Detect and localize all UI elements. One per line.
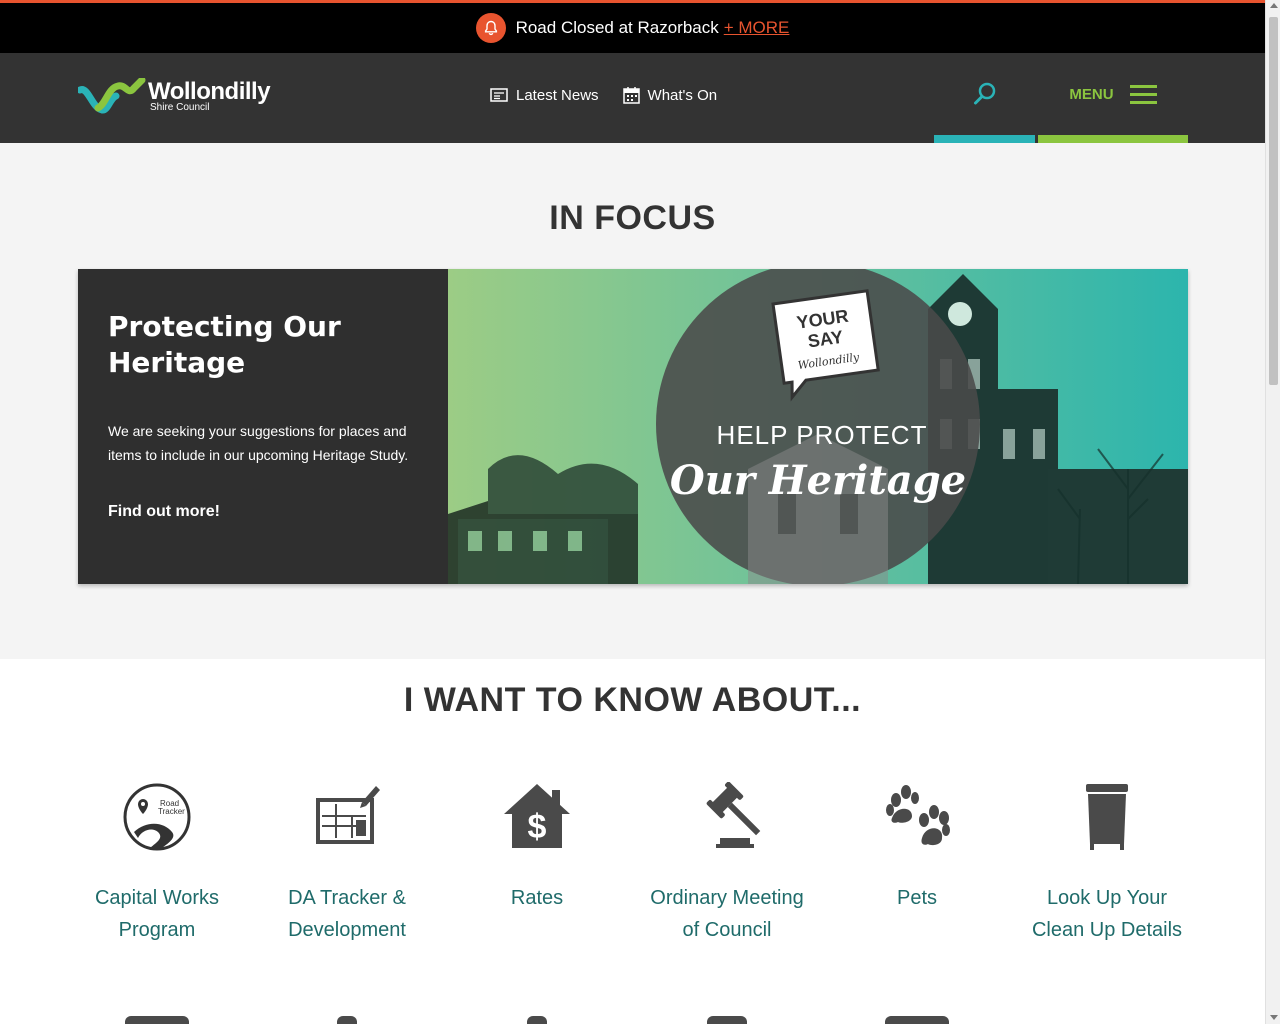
- menu-button[interactable]: MENU: [1038, 53, 1188, 143]
- logo-name: Wollondilly: [148, 78, 271, 105]
- bell-icon: [475, 13, 506, 43]
- tile-council-meeting[interactable]: Ordinary Meeting of Council: [632, 782, 822, 946]
- tile-pets-label: Pets: [896, 887, 938, 909]
- tile-stub: [822, 1016, 1012, 1024]
- nav-whats-on-label: What's On: [647, 86, 718, 104]
- site-header: Wollondilly Shire Council Latest News Wh…: [0, 53, 1265, 143]
- know-about-heading: I WANT TO KNOW ABOUT...: [403, 681, 862, 719]
- scroll-up-arrow-icon[interactable]: [1270, 3, 1278, 8]
- scroll-down-arrow-icon[interactable]: [1270, 1015, 1278, 1020]
- search-button[interactable]: [934, 53, 1035, 143]
- tile-stub: [442, 1016, 632, 1024]
- banner-caption2: Our Heritage: [670, 457, 966, 504]
- nav-latest-news[interactable]: Latest News: [490, 86, 599, 104]
- newspaper-icon: [490, 88, 508, 102]
- tile-clean-up-label: Look Up Your Clean Up Details: [1031, 887, 1183, 941]
- site-logo[interactable]: Wollondilly Shire Council: [78, 78, 271, 116]
- tile-capital-works-label: Capital Works Program: [94, 887, 220, 941]
- tile-council-meeting-label: Ordinary Meeting of Council: [650, 887, 804, 941]
- feature-text-panel: Protecting Our Heritage We are seeking y…: [78, 269, 448, 584]
- house-dollar-icon: $: [502, 782, 572, 852]
- banner-caption1: HELP PROTECT: [717, 420, 928, 450]
- gavel-icon: [692, 782, 762, 852]
- hamburger-icon: [1129, 80, 1157, 109]
- tile-da-tracker-label: DA Tracker & Development: [288, 887, 406, 941]
- svg-text:$: $: [528, 808, 547, 846]
- header-nav: Latest News What's On: [490, 86, 717, 104]
- tile-capital-works[interactable]: Road Tracker Capital Works Program: [62, 782, 252, 946]
- page-scrollbar[interactable]: [1265, 0, 1280, 1024]
- know-about-tiles-row2: [62, 1016, 1202, 1024]
- feature-card[interactable]: Protecting Our Heritage We are seeking y…: [78, 269, 1188, 584]
- in-focus-heading: IN FOCUS: [549, 199, 716, 237]
- menu-label: MENU: [1069, 85, 1114, 103]
- tile-rates[interactable]: $ Rates: [442, 782, 632, 946]
- tile-clean-up[interactable]: Look Up Your Clean Up Details: [1012, 782, 1202, 946]
- alert-bar: Road Closed at Razorback + MORE: [0, 0, 1265, 53]
- road-tracker-text2: Tracker: [158, 807, 185, 816]
- feature-description: We are seeking your suggestions for plac…: [108, 423, 409, 463]
- nav-latest-news-label: Latest News: [516, 86, 599, 104]
- know-about-section: I WANT TO KNOW ABOUT... Road Tracker Cap…: [0, 659, 1265, 1024]
- tile-stub: [632, 1016, 822, 1024]
- tile-stub: [1012, 1016, 1202, 1024]
- feature-find-out-more-link[interactable]: Find out more!: [108, 503, 220, 521]
- know-about-tiles: Road Tracker Capital Works Program DA Tr…: [62, 782, 1202, 946]
- feature-heading: Protecting Our Heritage: [108, 310, 341, 379]
- nav-whats-on[interactable]: What's On: [622, 86, 718, 104]
- road-tracker-icon: Road Tracker: [122, 782, 192, 852]
- logo-text: Wollondilly Shire Council: [148, 78, 271, 113]
- alert-more-link[interactable]: + MORE: [724, 18, 790, 38]
- tile-rates-label: Rates: [510, 887, 564, 909]
- calendar-icon: [622, 87, 640, 104]
- blueprint-icon: [312, 782, 382, 852]
- logo-mark-icon: [78, 78, 146, 114]
- paw-icon: [882, 782, 952, 852]
- scroll-thumb[interactable]: [1269, 17, 1278, 385]
- alert-text: Road Closed at Razorback: [515, 18, 719, 37]
- tile-pets[interactable]: Pets: [822, 782, 1012, 946]
- heritage-banner-image: YOUR SAY Wollondilly HELP PROTECT Our He…: [448, 269, 1188, 584]
- tile-stub: [62, 1016, 252, 1024]
- tile-da-tracker[interactable]: DA Tracker & Development: [252, 782, 442, 946]
- bin-icon: [1072, 782, 1142, 852]
- search-icon: [973, 82, 995, 105]
- tile-stub: [252, 1016, 442, 1024]
